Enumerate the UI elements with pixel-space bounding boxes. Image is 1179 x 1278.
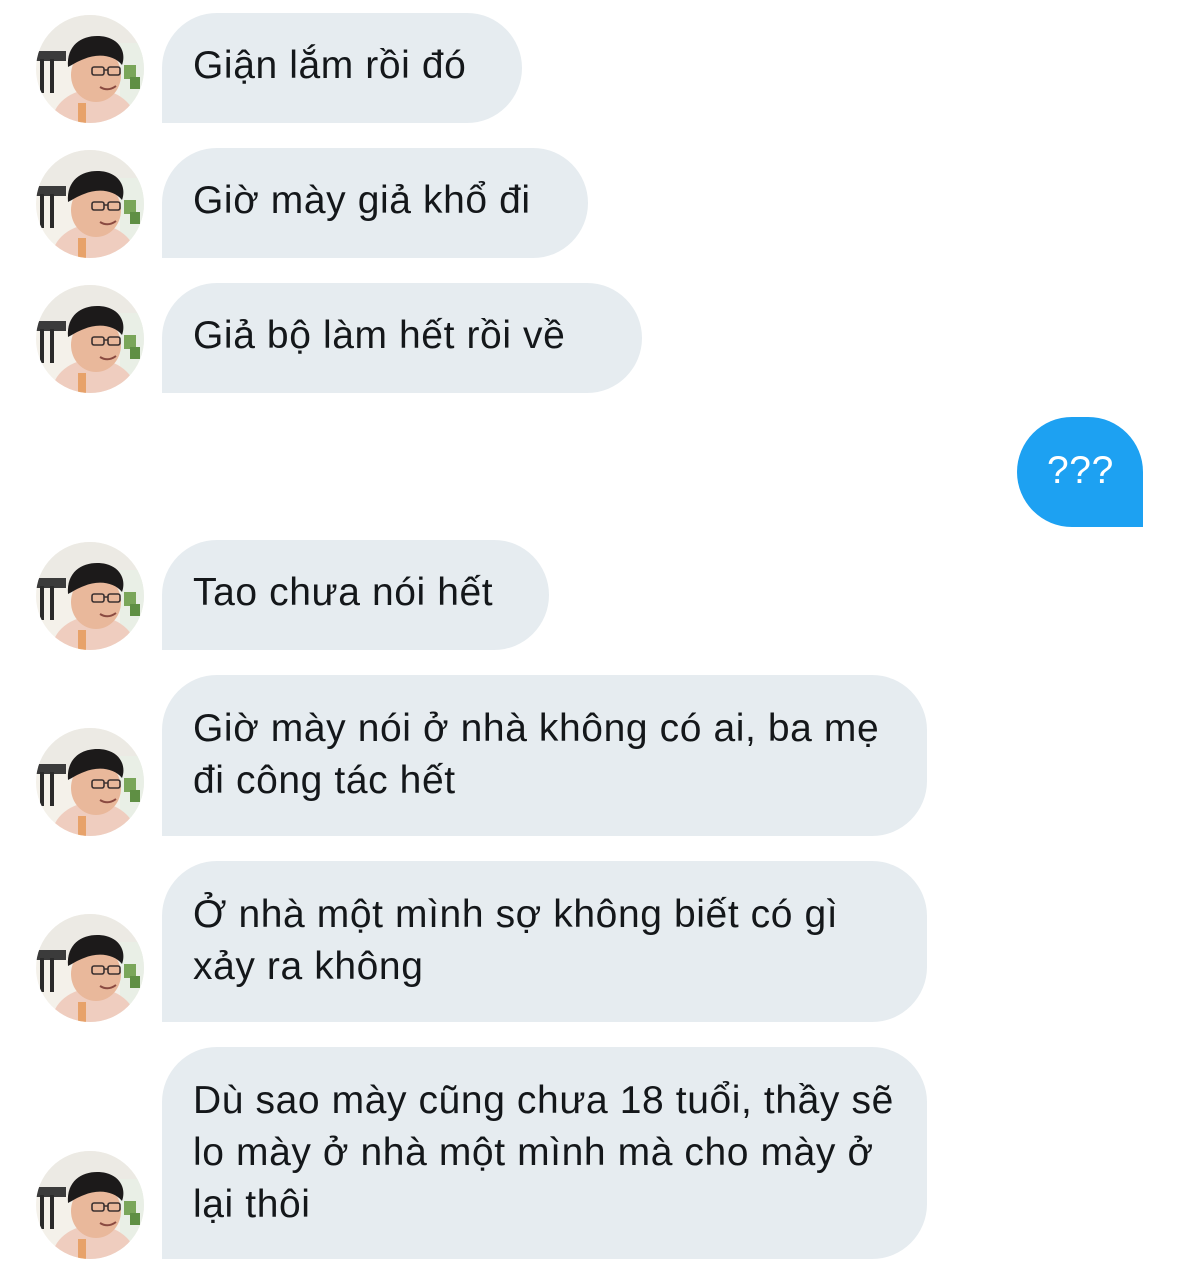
avatar[interactable]: [36, 914, 144, 1022]
avatar[interactable]: [36, 728, 144, 836]
message-text: Dù sao mày cũng chưa 18 tuổi, thầy sẽ lo…: [193, 1079, 894, 1226]
user-avatar-icon: [36, 914, 144, 1022]
message-bubble-incoming[interactable]: Dù sao mày cũng chưa 18 tuổi, thầy sẽ lo…: [162, 1047, 927, 1259]
user-avatar-icon: [36, 1151, 144, 1259]
message-text: Giả bộ làm hết rồi về: [193, 314, 566, 357]
message-text: ???: [1047, 449, 1114, 492]
message-bubble-incoming[interactable]: Giờ mày giả khổ đi: [162, 148, 588, 258]
message-bubble-incoming[interactable]: Giận lắm rồi đó: [162, 13, 522, 123]
avatar[interactable]: [36, 15, 144, 123]
user-avatar-icon: [36, 285, 144, 393]
message-text: Tao chưa nói hết: [193, 571, 494, 614]
user-avatar-icon: [36, 150, 144, 258]
avatar[interactable]: [36, 542, 144, 650]
user-avatar-icon: [36, 15, 144, 123]
message-bubble-incoming[interactable]: Giờ mày nói ở nhà không có ai, ba mẹ đi …: [162, 675, 927, 836]
message-text: Ở nhà một mình sợ không biết có gì xảy r…: [193, 893, 839, 988]
message-bubble-incoming[interactable]: Tao chưa nói hết: [162, 540, 549, 650]
avatar[interactable]: [36, 285, 144, 393]
message-text: Giờ mày nói ở nhà không có ai, ba mẹ đi …: [193, 707, 880, 802]
avatar[interactable]: [36, 1151, 144, 1259]
message-bubble-outgoing[interactable]: ???: [1017, 417, 1143, 527]
message-text: Giờ mày giả khổ đi: [193, 179, 531, 222]
message-text: Giận lắm rồi đó: [193, 44, 467, 87]
message-bubble-incoming[interactable]: Ở nhà một mình sợ không biết có gì xảy r…: [162, 861, 927, 1022]
avatar[interactable]: [36, 150, 144, 258]
message-bubble-incoming[interactable]: Giả bộ làm hết rồi về: [162, 283, 642, 393]
user-avatar-icon: [36, 542, 144, 650]
user-avatar-icon: [36, 728, 144, 836]
